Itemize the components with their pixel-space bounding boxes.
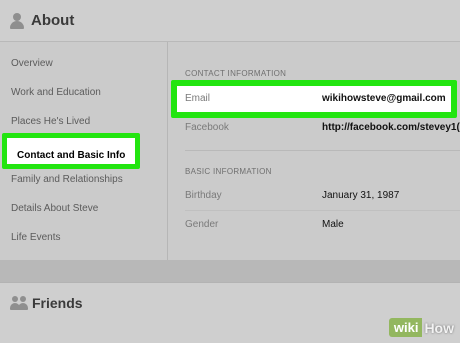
birthday-value: January 31, 1987: [322, 190, 400, 201]
gender-label: Gender: [185, 219, 219, 230]
sidebar-item-work-and-education[interactable]: Work and Education: [11, 84, 101, 102]
sidebar-item-details-about-steve[interactable]: Details About Steve: [11, 200, 98, 218]
section-gap: [0, 260, 460, 282]
about-title: About: [31, 12, 75, 29]
person-icon: [10, 12, 24, 29]
facebook-label: Facebook: [185, 122, 229, 133]
about-sidebar: Overview Work and Education Places He's …: [0, 42, 168, 260]
about-panel: Overview Work and Education Places He's …: [0, 42, 460, 260]
watermark-how-text: How: [424, 319, 454, 336]
friends-title[interactable]: Friends: [32, 295, 83, 311]
sidebar-item-family-and-relationships[interactable]: Family and Relationships: [11, 171, 123, 189]
gender-value: Male: [322, 219, 344, 230]
section-divider: [185, 150, 460, 151]
email-value[interactable]: wikihowsteve@gmail.com: [322, 93, 446, 104]
wikihow-watermark: wiki How: [388, 318, 454, 337]
friends-icon: [10, 296, 28, 310]
email-label: Email: [185, 93, 211, 104]
sidebar-item-places-lived[interactable]: Places He's Lived: [11, 113, 90, 131]
sidebar-item-overview[interactable]: Overview: [11, 55, 53, 73]
contact-information-heading: CONTACT INFORMATION: [185, 69, 287, 78]
watermark-wiki-text: wiki: [388, 318, 423, 337]
sidebar-item-life-events[interactable]: Life Events: [11, 229, 60, 247]
row-divider: [185, 210, 460, 211]
birthday-label: Birthday: [185, 190, 222, 201]
about-header: About: [0, 0, 460, 42]
contact-info-content: CONTACT INFORMATION Email wikihowsteve@g…: [169, 42, 460, 260]
basic-information-heading: BASIC INFORMATION: [185, 167, 272, 176]
sidebar-item-contact-and-basic-info[interactable]: Contact and Basic Info: [2, 133, 141, 169]
facebook-link[interactable]: http://facebook.com/stevey1(: [322, 122, 460, 133]
